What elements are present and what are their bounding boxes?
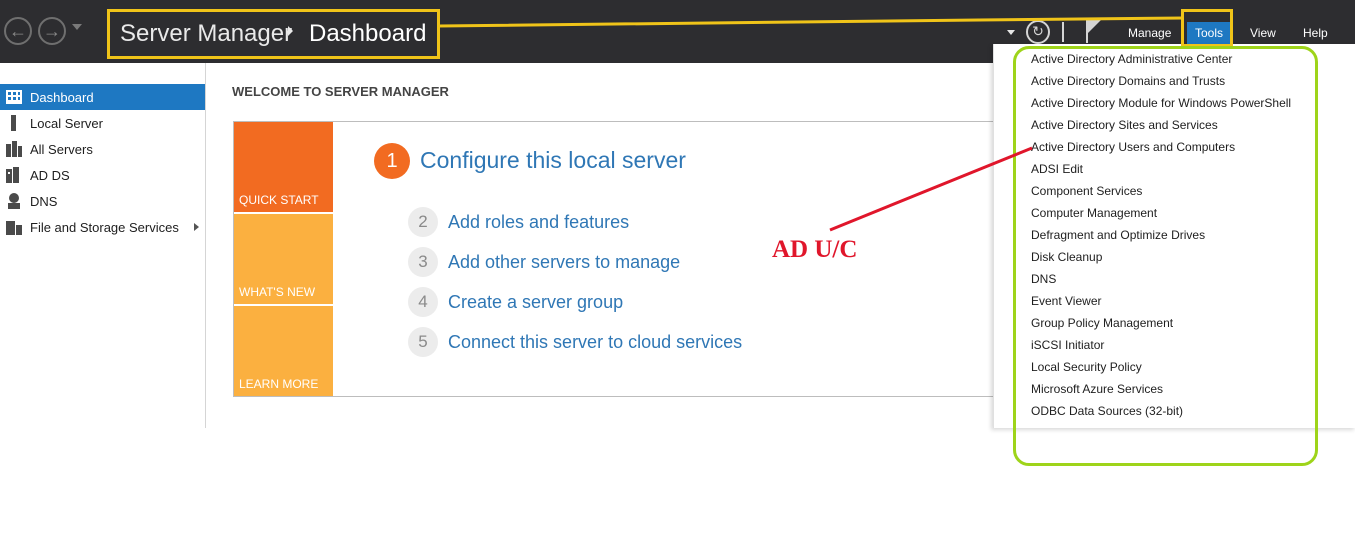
step-number: 4 [408, 287, 438, 317]
sidebar-item-label: DNS [30, 194, 58, 209]
add-servers-link[interactable]: Add other servers to manage [448, 252, 680, 273]
servers-icon [6, 141, 22, 157]
dns-icon [8, 193, 20, 209]
sidebar-item-label: AD DS [30, 168, 70, 183]
history-dropdown-icon[interactable] [72, 24, 82, 30]
tile-quick-start[interactable]: QUICK START [234, 122, 333, 212]
tools-highlight-box [1181, 9, 1233, 47]
menu-help[interactable]: Help [1303, 26, 1328, 40]
tile-label: QUICK START [239, 193, 319, 207]
menu-view[interactable]: View [1250, 26, 1276, 40]
tile-label: WHAT'S NEW [239, 285, 316, 299]
sidebar-item-file-and-storage[interactable]: File and Storage Services [0, 214, 205, 240]
chevron-right-icon[interactable] [194, 223, 199, 231]
page-heading: WELCOME TO SERVER MANAGER [232, 84, 449, 99]
breadcrumb-highlight-box [107, 9, 440, 59]
back-button[interactable]: ← [4, 17, 32, 45]
sidebar: Dashboard Local Server All Servers AD DS… [0, 63, 206, 428]
create-server-group-link[interactable]: Create a server group [448, 292, 623, 313]
connect-cloud-link[interactable]: Connect this server to cloud services [448, 332, 742, 353]
sidebar-item-ad-ds[interactable]: AD DS [0, 162, 205, 188]
annotation-label: AD U/C [772, 236, 858, 263]
step-number: 3 [408, 247, 438, 277]
sidebar-item-label: Dashboard [30, 90, 94, 105]
sidebar-item-label: File and Storage Services [30, 220, 179, 235]
step-number: 1 [374, 143, 410, 179]
step-number: 2 [408, 207, 438, 237]
highlight-connector-line [439, 16, 1184, 28]
add-roles-link[interactable]: Add roles and features [448, 212, 629, 233]
sidebar-item-all-servers[interactable]: All Servers [0, 136, 205, 162]
sidebar-item-dashboard[interactable]: Dashboard [0, 84, 205, 110]
dashboard-icon [6, 90, 22, 104]
step-number: 5 [408, 327, 438, 357]
tile-learn-more[interactable]: LEARN MORE [234, 306, 333, 396]
tile-whats-new[interactable]: WHAT'S NEW [234, 214, 333, 304]
storage-icon [6, 221, 22, 235]
ad-ds-icon [6, 167, 19, 183]
server-icon [11, 115, 16, 131]
sidebar-item-label: All Servers [30, 142, 93, 157]
tile-label: LEARN MORE [239, 377, 319, 391]
sidebar-item-label: Local Server [30, 116, 103, 131]
sidebar-item-dns[interactable]: DNS [0, 188, 205, 214]
sidebar-item-local-server[interactable]: Local Server [0, 110, 205, 136]
tools-menu-highlight-outline [1013, 46, 1318, 466]
forward-button[interactable]: → [38, 17, 66, 45]
annotation-arrow [829, 146, 1033, 232]
configure-local-server-link[interactable]: Configure this local server [420, 147, 686, 174]
